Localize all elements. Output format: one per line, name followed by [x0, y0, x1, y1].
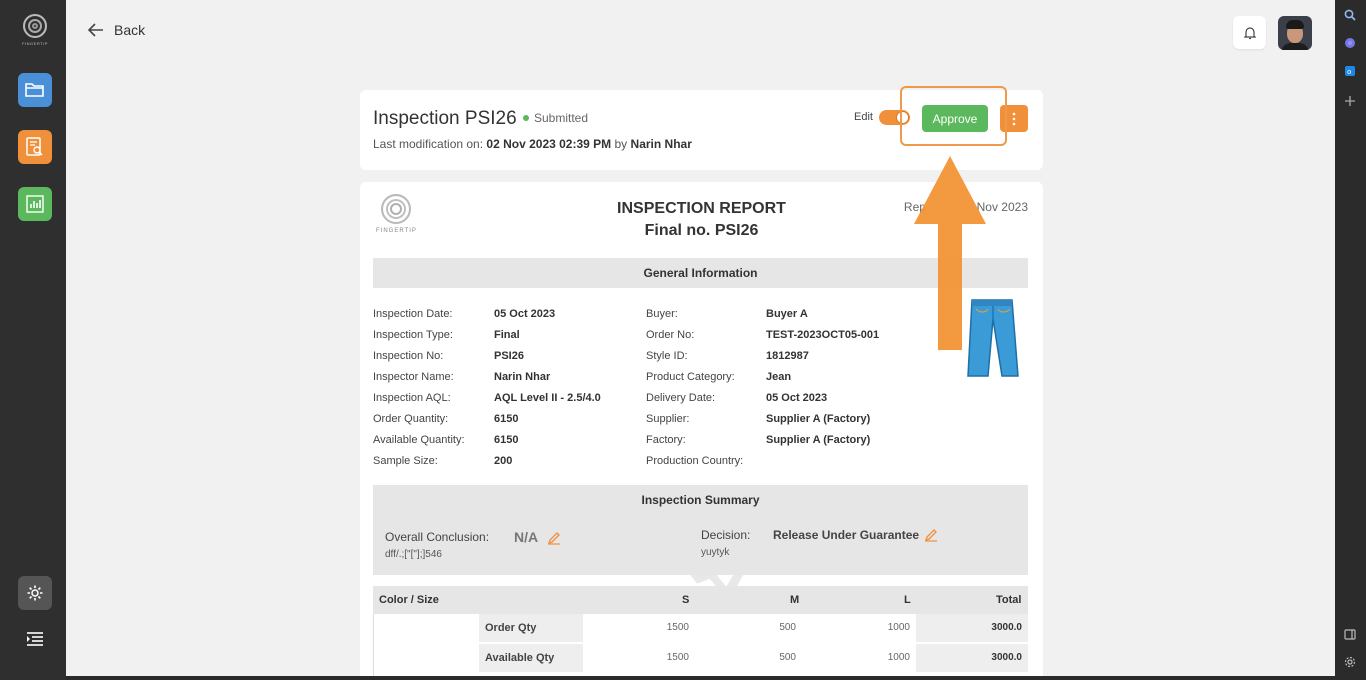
overall-conclusion-value: N/A — [514, 529, 539, 545]
inspection-summary-title: Inspection Summary — [641, 493, 760, 507]
notifications-button[interactable] — [1233, 16, 1266, 49]
bar-chart-icon — [26, 195, 44, 213]
copilot-button[interactable] — [1343, 36, 1357, 50]
browser-sidebar: o — [1335, 0, 1366, 680]
decision-label: Decision: — [701, 528, 751, 542]
sidebar-panel-icon — [1344, 628, 1356, 640]
sidebar-toggle-button[interactable] — [1343, 627, 1357, 641]
add-sidebar-app-button[interactable] — [1343, 94, 1357, 108]
approve-highlight-box — [900, 86, 1007, 146]
outlook-icon: o — [1345, 66, 1355, 76]
orange-arrow-annotation — [914, 156, 986, 350]
gear-icon — [1344, 656, 1356, 668]
table-row: Order Qty 1500 500 1000 3000.0 — [479, 614, 1028, 642]
general-info-right-labels: Buyer: Order No: Style ID: Product Categ… — [646, 308, 744, 467]
user-avatar[interactable] — [1278, 16, 1312, 50]
folder-icon — [25, 83, 44, 97]
main-content: Back Inspection PSI26 Submitted Last mod… — [66, 0, 1335, 676]
arrow-left-icon — [88, 23, 103, 37]
back-button[interactable]: Back — [88, 22, 145, 38]
collapse-menu-button[interactable] — [18, 622, 52, 656]
edit-label: Edit — [854, 111, 873, 123]
settings-button[interactable] — [18, 576, 52, 610]
sidebar-item-report[interactable] — [18, 130, 52, 164]
copilot-icon — [1345, 38, 1355, 48]
table-header: Color / Size S M L Total — [373, 586, 1028, 614]
edit-overall-conclusion-pencil-icon[interactable] — [547, 531, 561, 545]
inspection-summary: Inspection Summary Overall Conclusion: N… — [373, 485, 1028, 575]
sidebar-item-folder[interactable] — [18, 73, 52, 107]
status-text: Submitted — [534, 111, 589, 125]
browser-settings-button[interactable] — [1343, 655, 1357, 669]
browser-search-button[interactable] — [1343, 8, 1357, 22]
app-logo: FINGERTIP — [19, 14, 51, 52]
plus-icon — [1345, 96, 1355, 106]
overall-conclusion-label: Overall Conclusion: — [385, 530, 490, 544]
status-dot-icon — [523, 115, 529, 121]
table-row: Available Qty 1500 500 1000 3000.0 — [479, 644, 1028, 672]
fingerprint-icon — [23, 14, 47, 38]
edit-decision-pencil-icon[interactable] — [924, 528, 938, 542]
outlook-button[interactable]: o — [1343, 64, 1357, 78]
general-info-left-values: 05 Oct 2023 Final PSI26 Narin Nhar AQL L… — [494, 308, 601, 467]
more-vertical-icon — [1012, 112, 1016, 125]
decision-note: yuytyk — [701, 547, 730, 558]
sidebar-item-chart[interactable] — [18, 187, 52, 221]
report-search-icon — [26, 137, 43, 156]
app-sidebar: FINGERTIP — [0, 0, 66, 680]
search-icon — [1344, 9, 1356, 21]
app-logo-text: FINGERTIP — [22, 41, 48, 46]
last-modification: Last modification on: 02 Nov 2023 02:39 … — [373, 137, 692, 151]
bell-icon — [1243, 26, 1256, 39]
general-info-right-values: Buyer A TEST-2023OCT05-001 1812987 Jean … — [766, 308, 880, 446]
svg-text:o: o — [1347, 68, 1351, 76]
page-title: Inspection PSI26 — [373, 108, 517, 129]
menu-collapse-icon — [27, 632, 43, 646]
overall-conclusion-note: dff/.;["["];]546 — [385, 549, 442, 560]
back-label: Back — [114, 22, 146, 38]
gear-icon — [27, 585, 43, 601]
status-badge: Submitted — [523, 111, 588, 125]
general-info-left-labels: Inspection Date: Inspection Type: Inspec… — [373, 308, 465, 467]
decision-value: Release Under Guarantee — [773, 528, 920, 542]
